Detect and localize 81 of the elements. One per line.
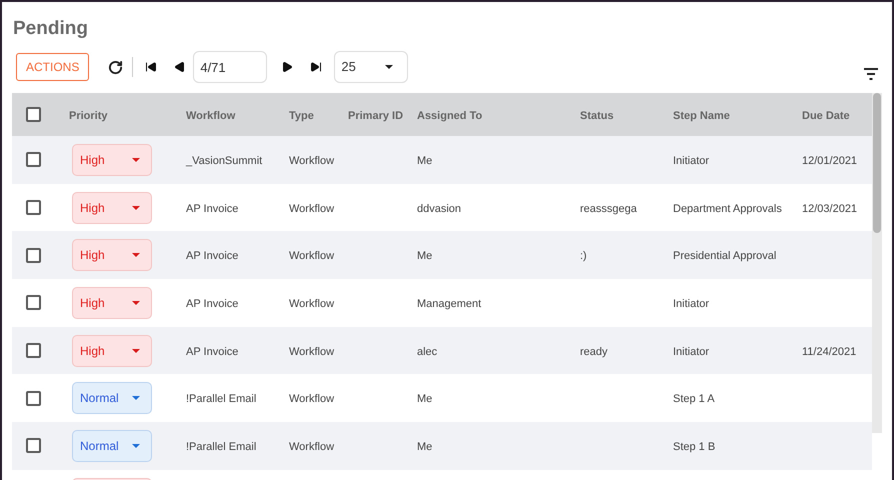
priority-dropdown[interactable]: High <box>72 286 152 319</box>
table-cell: 11/24/2021 <box>802 346 856 358</box>
caret-icon <box>132 444 140 448</box>
table-cell: Step 1 B <box>673 440 716 453</box>
table-cell: Workflow <box>289 298 334 310</box>
table-cell: :) <box>580 250 587 262</box>
checkbox[interactable] <box>26 152 41 168</box>
table-cell: Me <box>417 154 432 167</box>
table-cell: Management <box>417 298 482 310</box>
table-cell: Me <box>417 393 432 406</box>
caret-icon <box>385 65 394 69</box>
caret-icon <box>132 300 140 305</box>
checkbox[interactable] <box>26 107 41 122</box>
actions-button[interactable]: ACTIONS <box>16 53 90 81</box>
page-field[interactable]: 4/71 <box>193 51 268 83</box>
table-row[interactable]: High AP Invoice Workflow Me :) Presidential Approval <box>12 231 872 280</box>
table-cell: reasssgega <box>580 202 637 215</box>
table-cell: Workflow <box>289 346 334 358</box>
table-cell: AP Invoice <box>186 346 238 358</box>
table-cell: Department Approvals <box>673 202 782 215</box>
caret-icon <box>132 348 140 353</box>
table-cell: 12/01/2021 <box>802 154 858 167</box>
column-header[interactable]: Primary ID <box>348 110 404 122</box>
caret-icon <box>132 253 140 258</box>
checkbox[interactable] <box>26 343 41 358</box>
table-cell: AP Invoice <box>186 250 238 262</box>
table-cell: 12/03/2021 <box>802 202 858 215</box>
column-header[interactable]: Workflow <box>186 110 236 122</box>
caret-icon <box>132 158 140 162</box>
first-page-icon[interactable] <box>145 61 158 73</box>
next-page-icon[interactable] <box>281 61 294 73</box>
table-cell: Workflow <box>289 250 334 262</box>
priority-dropdown[interactable]: High <box>72 334 152 367</box>
refresh-icon[interactable] <box>108 60 124 74</box>
checkbox[interactable] <box>26 438 41 454</box>
table-cell: Presidential Approval <box>673 250 776 262</box>
column-header[interactable]: Type <box>289 110 314 122</box>
checkbox[interactable] <box>26 200 41 216</box>
table-cell: Workflow <box>289 154 334 167</box>
filter-icon[interactable] <box>864 68 878 80</box>
column-header[interactable]: Step Name <box>673 110 730 122</box>
table-cell: Initiator <box>673 154 710 167</box>
table-cell: AP Invoice <box>186 298 238 310</box>
checkbox[interactable] <box>26 295 41 310</box>
checkbox[interactable] <box>26 248 41 263</box>
table-row[interactable]: High AP Invoice Workflow alec ready Initiator 11/24/2021 <box>12 326 872 374</box>
column-header[interactable]: Due Date <box>802 110 850 122</box>
page-size-dropdown[interactable]: 25 <box>334 51 408 83</box>
table-cell: !Parallel Email <box>186 440 256 453</box>
caret-icon <box>132 396 140 400</box>
table-cell: Me <box>417 440 432 453</box>
scrollbar-thumb[interactable] <box>873 93 881 233</box>
table-cell: _VasionSummit <box>186 154 262 167</box>
previous-page-icon[interactable] <box>174 61 186 73</box>
caret-icon <box>132 206 140 210</box>
priority-dropdown[interactable]: High <box>72 192 152 224</box>
table-row[interactable]: High AP Invoice Workflow ddvasion reasssgega Department Approvals 12/03/2021 <box>12 184 872 232</box>
table-row[interactable]: Normal !Parallel Email Workflow Me Step 1 B <box>12 422 872 470</box>
column-header[interactable]: Priority <box>69 110 108 122</box>
table-cell: AP Invoice <box>186 202 238 215</box>
table-cell: ready <box>580 346 608 358</box>
table-cell: !Parallel Email <box>186 393 256 406</box>
checkbox[interactable] <box>26 390 41 406</box>
column-header[interactable]: Status <box>580 110 614 122</box>
table-cell: Workflow <box>289 202 334 215</box>
page-title: Pending <box>13 17 88 41</box>
last-page-icon[interactable] <box>310 61 322 73</box>
table-cell: Me <box>417 250 432 262</box>
priority-dropdown[interactable]: High <box>72 144 152 176</box>
column-header[interactable]: Assigned To <box>417 110 482 122</box>
priority-dropdown[interactable]: High <box>72 239 152 272</box>
table-cell: Initiator <box>673 346 710 358</box>
table-cell: Step 1 A <box>673 393 715 406</box>
priority-dropdown[interactable]: Normal <box>72 430 152 462</box>
table-row[interactable]: High _VasionSummit Workflow Me Initiator 12/01/2021 <box>12 136 872 184</box>
table-cell: alec <box>417 346 438 358</box>
table-cell: Workflow <box>289 440 334 453</box>
table-cell: Workflow <box>289 393 334 406</box>
table-cell: ddvasion <box>417 202 462 215</box>
table-cell: Initiator <box>673 298 710 310</box>
priority-dropdown[interactable]: Normal <box>72 382 152 414</box>
